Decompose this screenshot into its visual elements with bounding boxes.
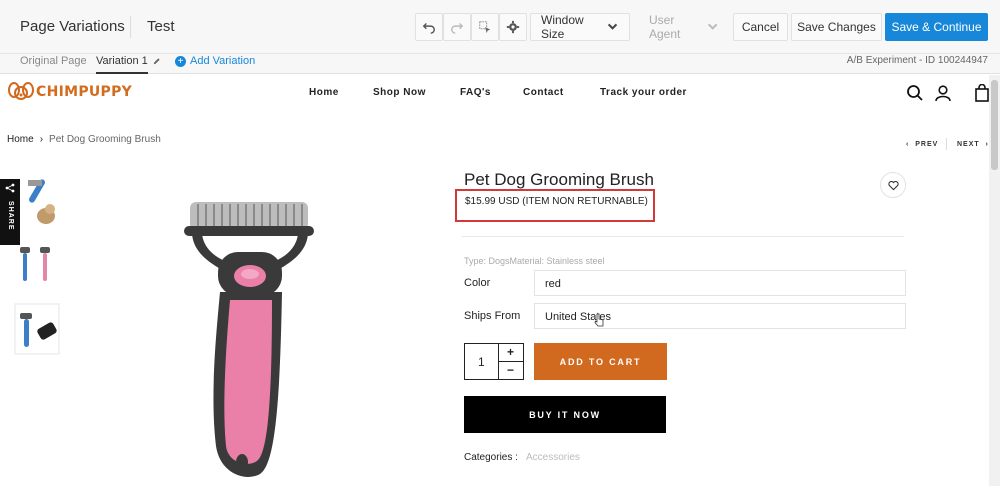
experiment-id: A/B Experiment - ID 100244947 <box>846 55 988 66</box>
color-select[interactable]: red <box>534 270 906 296</box>
undo-button[interactable] <box>415 13 443 41</box>
buy-now-button[interactable]: BUY IT NOW <box>464 396 666 433</box>
product-price: $15.99 USD (ITEM NON RETURNABLE) <box>465 196 648 207</box>
tab-original-page[interactable]: Original Page <box>20 55 87 67</box>
save-continue-button[interactable]: Save & Continue <box>885 13 988 41</box>
product-thumbnail[interactable] <box>14 241 60 289</box>
account-icon[interactable] <box>934 84 952 102</box>
site-header: CHIMPUPPY Home Shop Now FAQ's Contact Tr… <box>0 75 1000 113</box>
prev-label: PREV <box>915 141 939 148</box>
nav-home[interactable]: Home <box>309 87 339 98</box>
product-meta: Type: DogsMaterial: Stainless steel <box>464 256 605 266</box>
breadcrumb-current: Pet Dog Grooming Brush <box>49 134 161 145</box>
quantity-decrease-button[interactable]: − <box>498 362 523 379</box>
editor-toolbar: Page Variations Test Window Size User Ag… <box>0 0 1000 54</box>
save-changes-button[interactable]: Save Changes <box>791 13 882 41</box>
plus-circle-icon: + <box>175 55 186 67</box>
settings-button[interactable] <box>499 13 527 41</box>
add-variation-button[interactable]: + Add Variation <box>175 55 255 67</box>
divider <box>946 138 947 150</box>
divider <box>462 236 904 237</box>
breadcrumb: Home › Pet Dog Grooming Brush <box>7 134 161 145</box>
search-icon[interactable] <box>906 84 924 102</box>
user-agent-select[interactable]: User Agent <box>638 13 730 41</box>
breadcrumb-home[interactable]: Home <box>7 134 34 145</box>
window-size-select[interactable]: Window Size <box>530 13 630 41</box>
breadcrumb-separator: › <box>39 134 44 145</box>
quantity-increase-button[interactable]: + <box>498 344 523 361</box>
divider <box>130 16 131 38</box>
hand-cursor-icon <box>594 313 604 327</box>
logo-text: CHIMPUPPY <box>36 84 133 100</box>
product-title: Pet Dog Grooming Brush <box>464 170 654 189</box>
dog-logo-icon <box>8 82 34 100</box>
nav-shop-now[interactable]: Shop Now <box>373 87 426 98</box>
cursor-select-icon <box>479 21 491 34</box>
categories-label: Categories : <box>464 452 518 463</box>
redo-icon <box>451 23 464 34</box>
ships-from-select[interactable]: United States <box>534 303 906 329</box>
tab-variation-label: Variation 1 <box>96 55 148 67</box>
color-label: Color <box>464 277 491 289</box>
prev-product-link[interactable]: ‹ PREV <box>906 141 938 148</box>
quantity-stepper: 1 + − <box>464 343 524 380</box>
nav-faqs[interactable]: FAQ's <box>460 87 491 98</box>
redo-button[interactable] <box>443 13 471 41</box>
ships-from-label: Ships From <box>464 310 521 322</box>
brush-head <box>184 202 314 236</box>
add-variation-label: Add Variation <box>190 55 256 67</box>
wishlist-button[interactable] <box>880 172 906 198</box>
pencil-icon[interactable] <box>152 57 161 66</box>
element-picker-button[interactable] <box>471 13 499 41</box>
add-to-cart-button[interactable]: ADD TO CART <box>534 343 667 380</box>
scrollbar-thumb[interactable] <box>991 80 998 170</box>
product-thumbnail[interactable] <box>14 176 60 228</box>
tab-variation-1[interactable]: Variation 1 <box>96 55 161 67</box>
heart-icon <box>887 180 899 190</box>
nav-contact[interactable]: Contact <box>523 87 564 98</box>
gear-icon <box>506 20 520 34</box>
quantity-input[interactable]: 1 <box>478 355 485 369</box>
cancel-button[interactable]: Cancel <box>733 13 788 41</box>
editor-title: Page Variations <box>20 18 125 35</box>
chevron-down-icon <box>707 23 718 30</box>
undo-icon <box>422 23 435 34</box>
next-product-link[interactable]: NEXT › <box>957 141 989 148</box>
variation-tabs: Original Page Variation 1 + Add Variatio… <box>0 54 1000 74</box>
site-logo[interactable]: CHIMPUPPY <box>8 81 132 103</box>
chevron-down-icon <box>607 23 618 30</box>
share-label: SHARE <box>7 201 14 231</box>
category-link[interactable]: Accessories <box>526 452 580 463</box>
product-image <box>184 202 314 477</box>
product-thumbnail[interactable] <box>14 303 60 355</box>
next-label: NEXT <box>957 141 980 148</box>
active-tab-indicator <box>96 72 148 74</box>
test-name[interactable]: Test <box>147 18 175 35</box>
nav-track-order[interactable]: Track your order <box>600 87 687 98</box>
user-agent-label: User Agent <box>649 13 681 41</box>
window-size-label: Window Size <box>541 13 584 41</box>
